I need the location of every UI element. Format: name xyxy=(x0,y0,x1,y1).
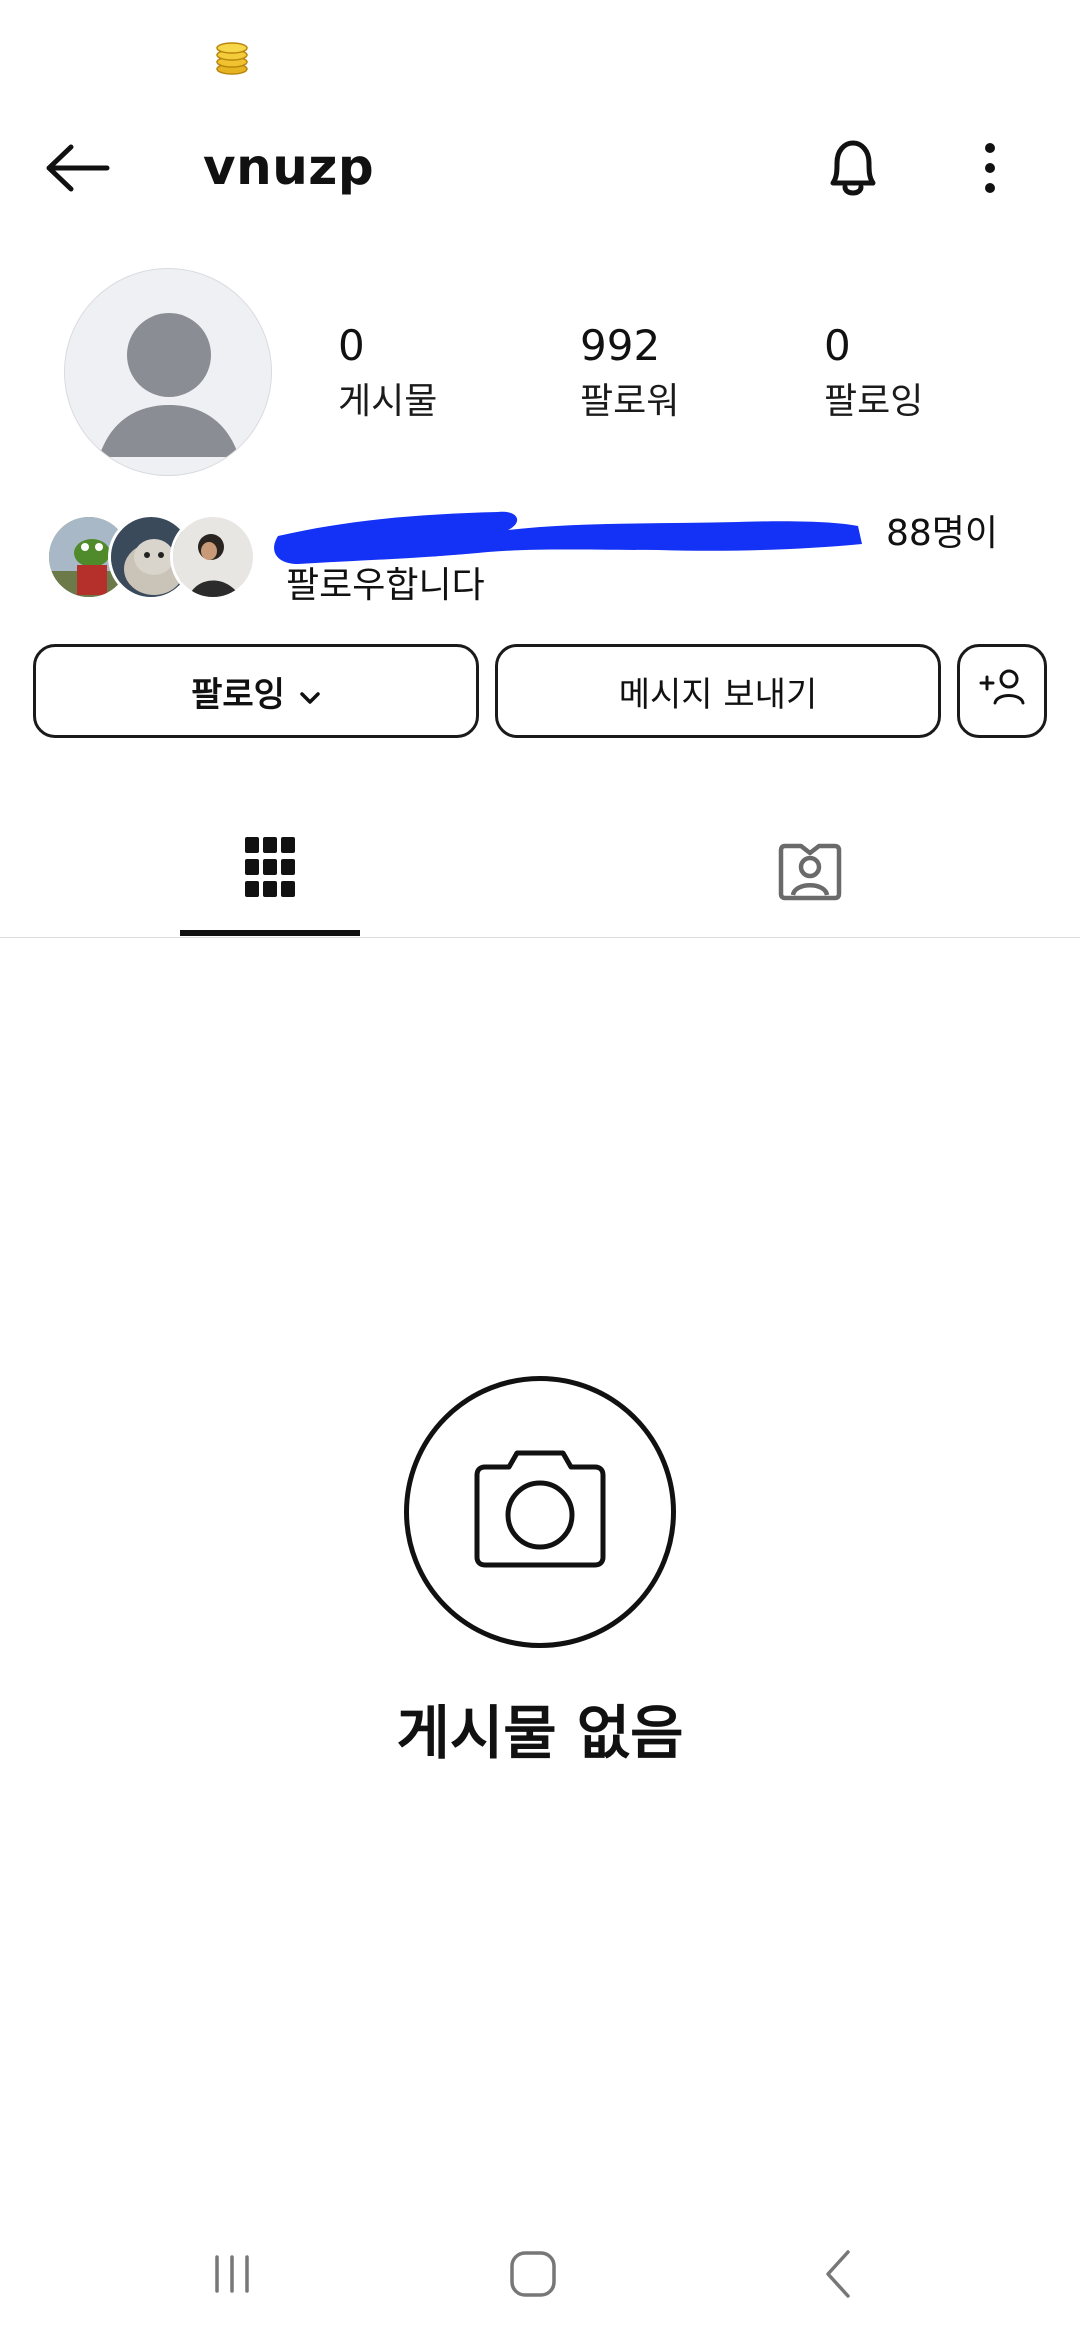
tab-posts-grid[interactable] xyxy=(180,808,360,936)
empty-posts-title: 게시물 없음 xyxy=(396,1699,684,1767)
stat-posts-label: 게시물 xyxy=(338,381,438,422)
stat-posts[interactable]: 0 게시물 xyxy=(338,322,437,426)
more-options-button[interactable] xyxy=(960,130,1020,210)
add-user-icon xyxy=(977,667,1027,716)
suggested-users-button[interactable] xyxy=(957,644,1047,738)
recent-apps-button[interactable] xyxy=(172,2236,292,2316)
system-back-button[interactable] xyxy=(778,2236,898,2316)
more-vertical-icon xyxy=(980,138,1000,202)
grid-icon xyxy=(243,835,297,903)
mutual-followers-line2: 팔로우합니다 xyxy=(286,565,485,606)
following-button-label: 팔로잉 xyxy=(191,674,285,715)
content-tabs xyxy=(0,808,1080,938)
empty-posts-camera xyxy=(404,1376,676,1648)
tab-tagged[interactable] xyxy=(720,808,900,938)
coin-stack-icon xyxy=(212,38,252,78)
recent-apps-icon xyxy=(207,2249,257,2303)
mutual-avatar xyxy=(170,514,256,600)
camera-icon xyxy=(465,1445,615,1579)
mutual-followers-count: 88명이 xyxy=(886,513,999,554)
stat-following-label: 팔로잉 xyxy=(824,381,924,422)
home-icon xyxy=(508,2249,558,2303)
profile-screen: vnuzp 0 게시물 992 팔로워 0 팔로잉 88명이 팔로우합니다 팔로… xyxy=(0,0,1080,2340)
system-nav-bar xyxy=(0,2220,1080,2340)
tagged-person-icon xyxy=(777,840,843,906)
status-bar xyxy=(0,0,1080,110)
home-button[interactable] xyxy=(473,2236,593,2316)
default-avatar-icon xyxy=(65,313,271,475)
message-button[interactable]: 메시지 보내기 xyxy=(495,644,941,738)
stat-followers[interactable]: 992 팔로워 xyxy=(580,322,679,426)
back-button[interactable] xyxy=(38,134,118,206)
stat-following[interactable]: 0 팔로잉 xyxy=(824,322,923,426)
back-icon xyxy=(818,2246,858,2306)
profile-avatar[interactable] xyxy=(64,268,272,476)
bell-icon xyxy=(823,135,883,205)
profile-username: vnuzp xyxy=(203,138,375,196)
following-button[interactable]: 팔로잉 xyxy=(33,644,479,738)
message-button-label: 메시지 보내기 xyxy=(618,674,818,715)
profile-header: vnuzp xyxy=(0,120,1080,220)
notifications-button[interactable] xyxy=(815,130,891,210)
redaction-scribble xyxy=(274,511,862,564)
stat-followers-value: 992 xyxy=(580,321,661,370)
stat-following-value: 0 xyxy=(824,321,851,370)
chevron-down-icon xyxy=(299,674,321,714)
mutual-followers[interactable]: 88명이 팔로우합니다 xyxy=(46,508,1046,618)
stat-posts-value: 0 xyxy=(338,321,365,370)
stat-followers-label: 팔로워 xyxy=(580,381,680,422)
arrow-left-icon xyxy=(43,143,113,197)
